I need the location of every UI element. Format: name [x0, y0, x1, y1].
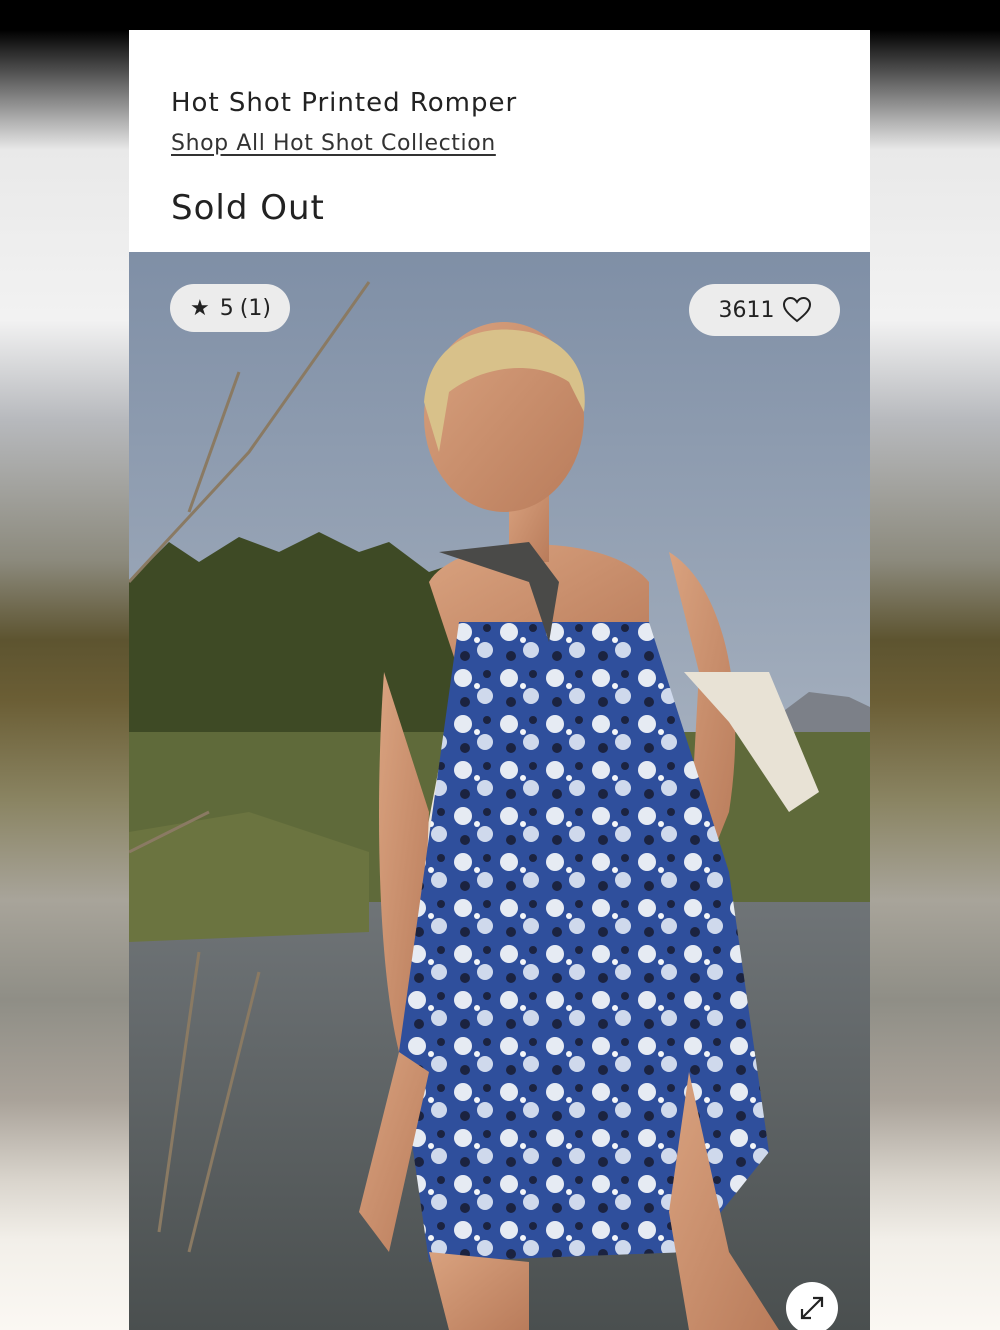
status-bar — [0, 0, 1000, 30]
rating-badge[interactable]: ★ 5 (1) — [170, 284, 290, 332]
heart-icon — [782, 297, 811, 323]
star-icon: ★ — [190, 295, 210, 321]
zoom-button[interactable] — [786, 1282, 838, 1330]
product-header: Hot Shot Printed Romper Shop All Hot Sho… — [129, 30, 870, 252]
product-title: Hot Shot Printed Romper — [171, 88, 518, 118]
rating-count: (1) — [239, 295, 271, 321]
product-card: Hot Shot Printed Romper Shop All Hot Sho… — [129, 30, 870, 1330]
shop-collection-link[interactable]: Shop All Hot Shot Collection — [171, 131, 496, 156]
expand-icon — [798, 1294, 826, 1322]
favorites-button[interactable]: 3611 — [689, 284, 840, 336]
likes-count: 3611 — [718, 297, 775, 323]
rating-value: 5 — [219, 295, 234, 321]
product-image[interactable]: ★ 5 (1) 3611 — [129, 252, 870, 1330]
model-photo — [129, 252, 870, 1330]
stock-status: Sold Out — [171, 188, 325, 228]
